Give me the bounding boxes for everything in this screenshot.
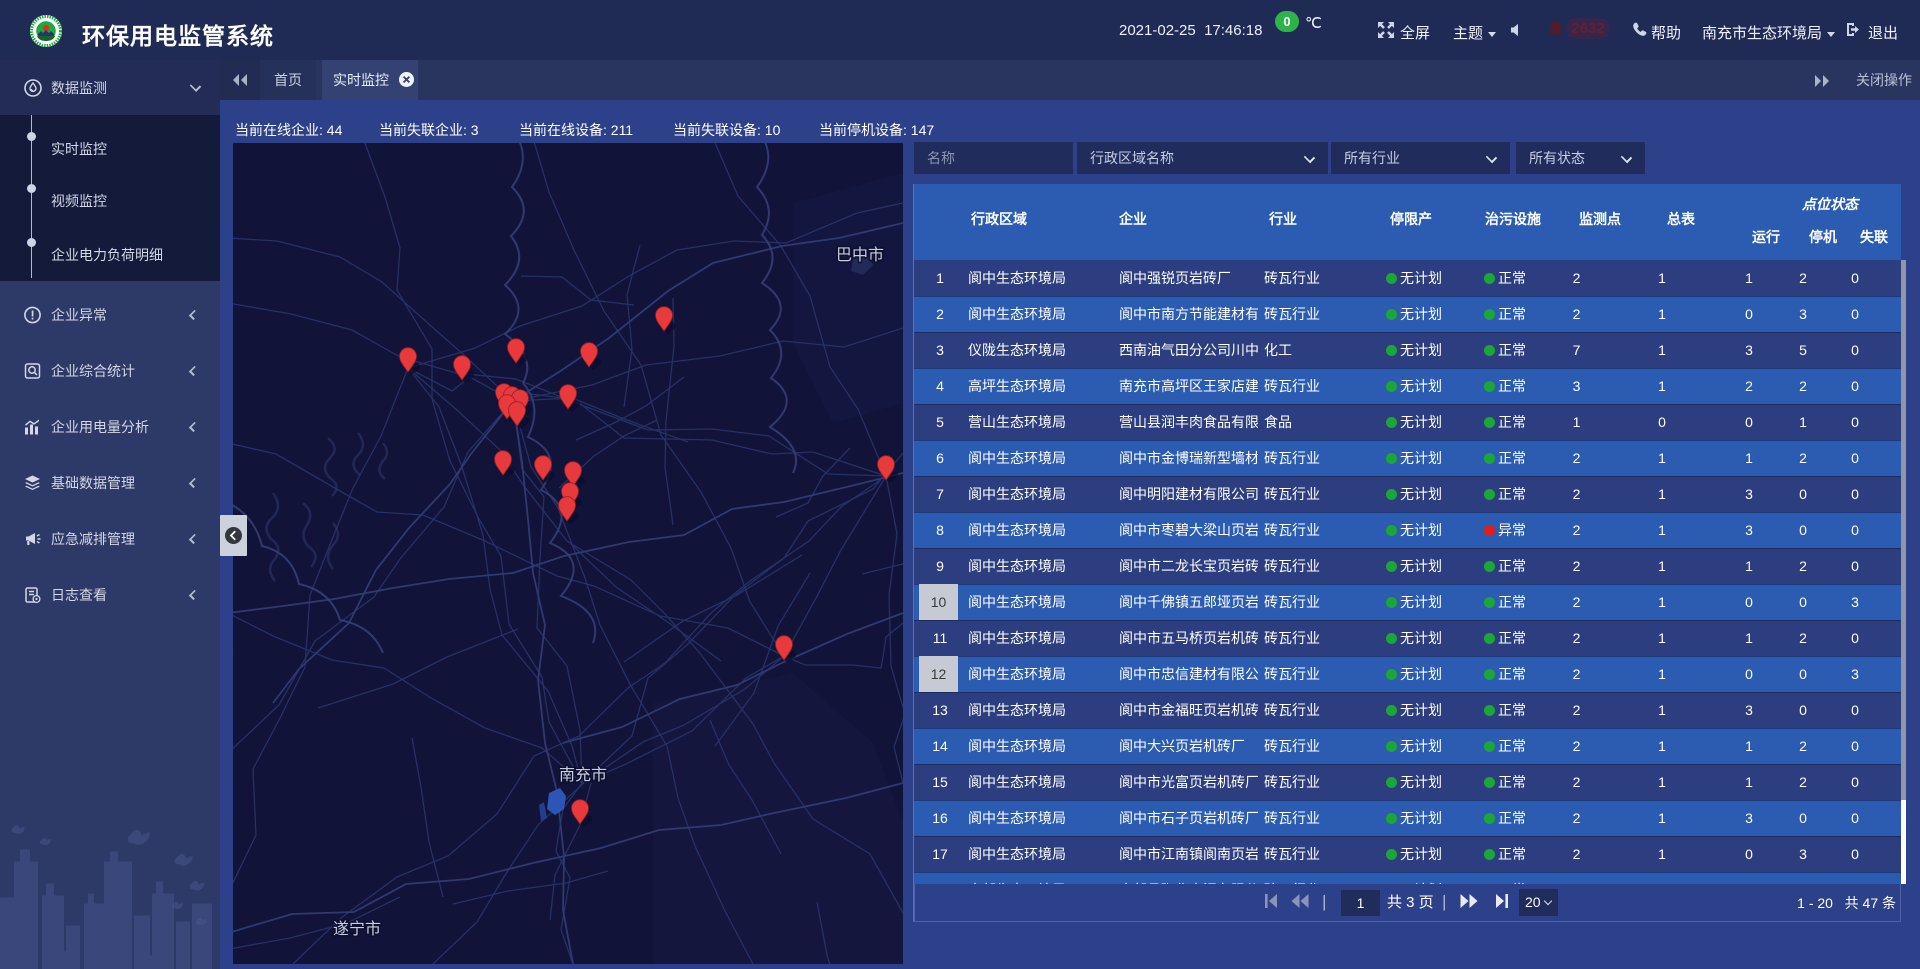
svg-text:南充市: 南充市 bbox=[559, 766, 607, 784]
svg-text:遂宁市: 遂宁市 bbox=[333, 920, 381, 938]
svg-text:巴中市: 巴中市 bbox=[836, 246, 884, 264]
